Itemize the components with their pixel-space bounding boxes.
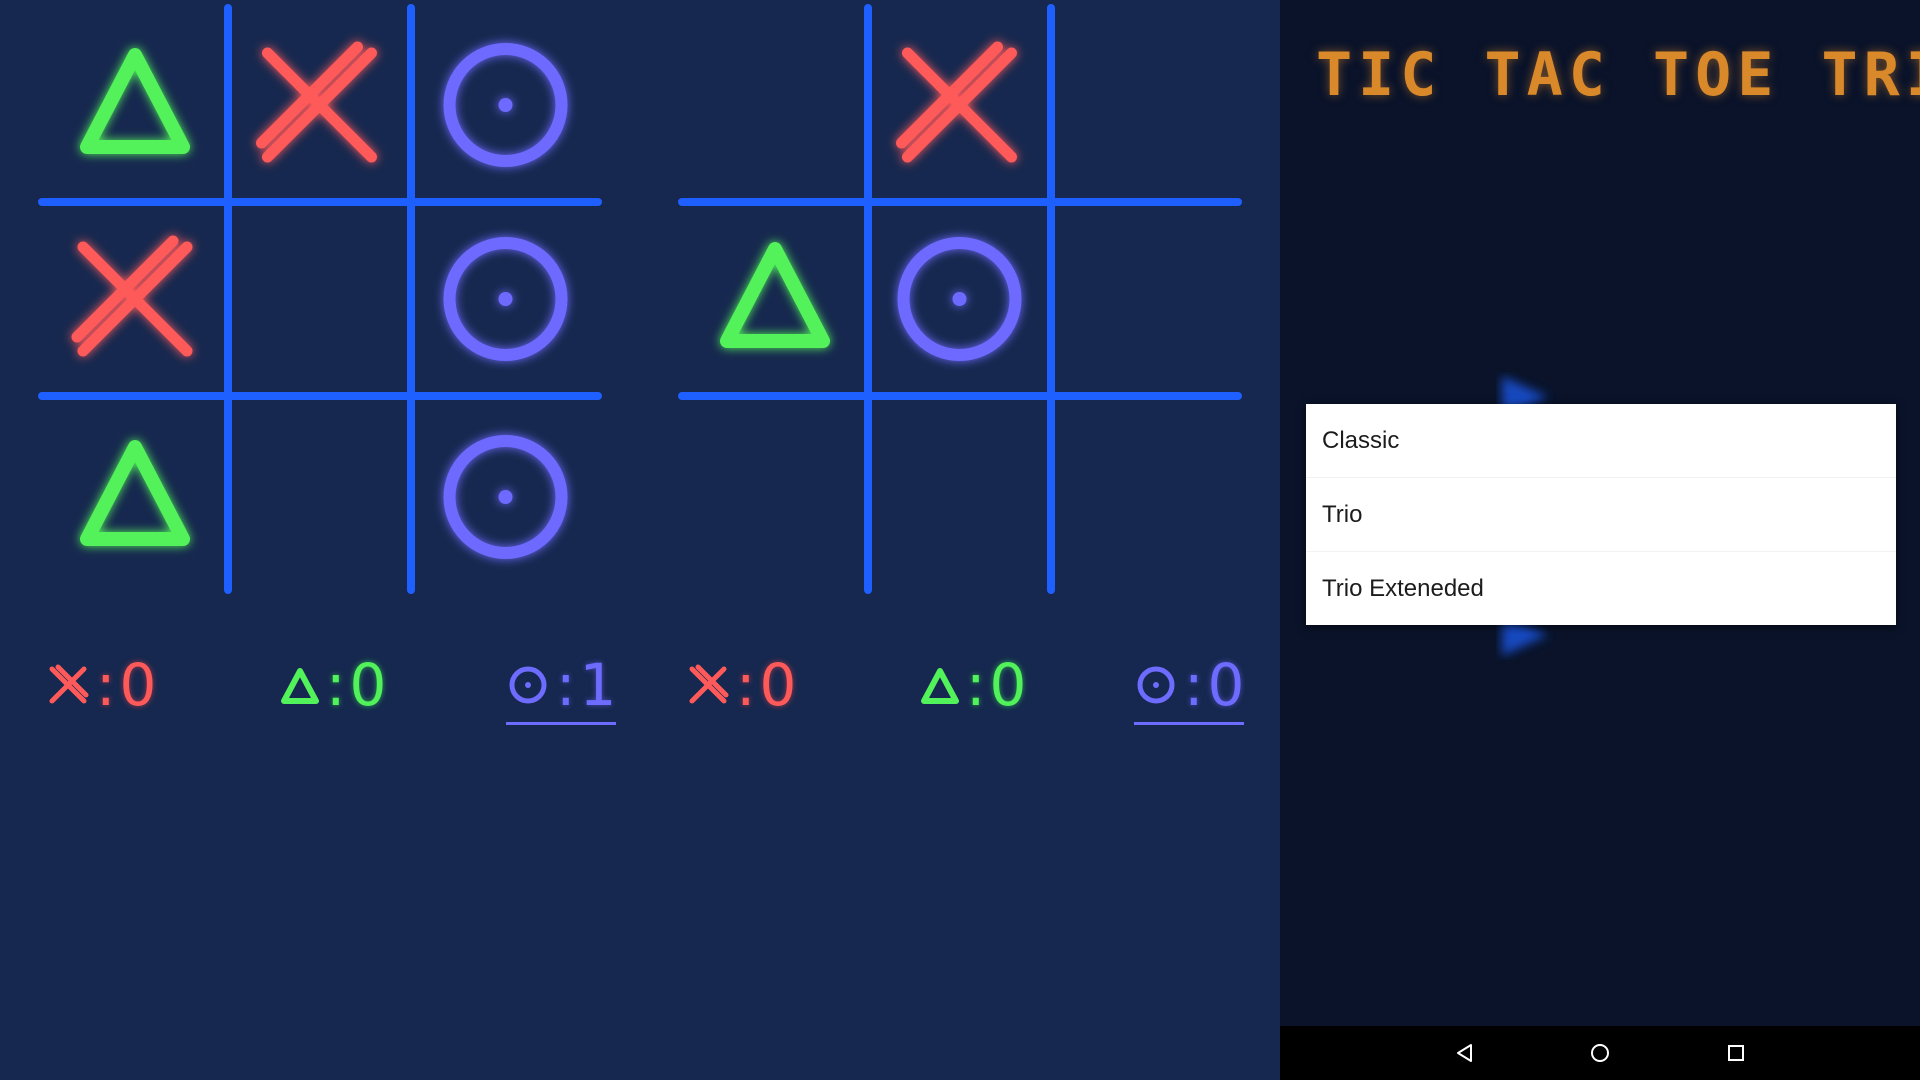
score-value: 0 — [349, 651, 387, 719]
board-cell[interactable] — [417, 6, 594, 196]
score-o-board-2: :0 — [1134, 650, 1245, 725]
menu-item-trio-extended[interactable]: Trio Exteneded — [1306, 552, 1896, 625]
board-cell[interactable] — [688, 208, 862, 390]
board-cell[interactable] — [1057, 6, 1234, 196]
o-icon — [1134, 663, 1184, 707]
board-cell[interactable] — [874, 208, 1045, 390]
board-cell[interactable] — [1057, 402, 1234, 592]
score-o-board-1: :1 — [506, 650, 617, 725]
score-x-board-1: :0 — [46, 650, 156, 720]
side-panel: TIC TAC TOE TRIO Classic Trio Trio Exten… — [1280, 0, 1920, 1080]
board-cell[interactable] — [417, 208, 594, 390]
board-cell[interactable] — [874, 6, 1045, 196]
home-icon[interactable] — [1585, 1038, 1615, 1068]
score-triangle-board-2: :0 — [920, 650, 1026, 720]
menu-item-classic[interactable]: Classic — [1306, 404, 1896, 478]
game-area: :0 :0 :1 :0 :0 :0 — [0, 0, 1280, 1080]
score-value: 0 — [1207, 651, 1245, 719]
app-title: TIC TAC TOE TRIO — [1316, 40, 1920, 110]
board-cell[interactable] — [234, 402, 405, 592]
board-cell[interactable] — [48, 208, 222, 390]
board-cell[interactable] — [1057, 208, 1234, 390]
board-cell[interactable] — [688, 6, 862, 196]
triangle-icon — [920, 665, 966, 705]
board-cell[interactable] — [688, 402, 862, 592]
board-cell[interactable] — [417, 402, 594, 592]
android-nav-bar — [1280, 1026, 1920, 1080]
mode-menu: Classic Trio Trio Exteneded — [1306, 404, 1896, 625]
score-value: 1 — [579, 651, 617, 719]
board-cell[interactable] — [234, 6, 405, 196]
triangle-icon — [280, 665, 326, 705]
game-board-1 — [0, 0, 640, 600]
menu-item-trio[interactable]: Trio — [1306, 478, 1896, 552]
recents-icon[interactable] — [1721, 1038, 1751, 1068]
score-value: 0 — [759, 651, 797, 719]
x-icon — [686, 663, 736, 707]
board-cell[interactable] — [234, 208, 405, 390]
score-value: 0 — [119, 651, 157, 719]
score-triangle-board-1: :0 — [280, 650, 386, 720]
board-cell[interactable] — [874, 402, 1045, 592]
back-icon[interactable] — [1450, 1038, 1480, 1068]
scoreboard: :0 :0 :1 :0 :0 :0 — [0, 650, 1280, 725]
game-board-2 — [640, 0, 1280, 600]
board-cell[interactable] — [48, 6, 222, 196]
o-icon — [506, 663, 556, 707]
board-cell[interactable] — [48, 402, 222, 592]
score-value: 0 — [989, 651, 1027, 719]
score-x-board-2: :0 — [686, 650, 796, 720]
x-icon — [46, 663, 96, 707]
